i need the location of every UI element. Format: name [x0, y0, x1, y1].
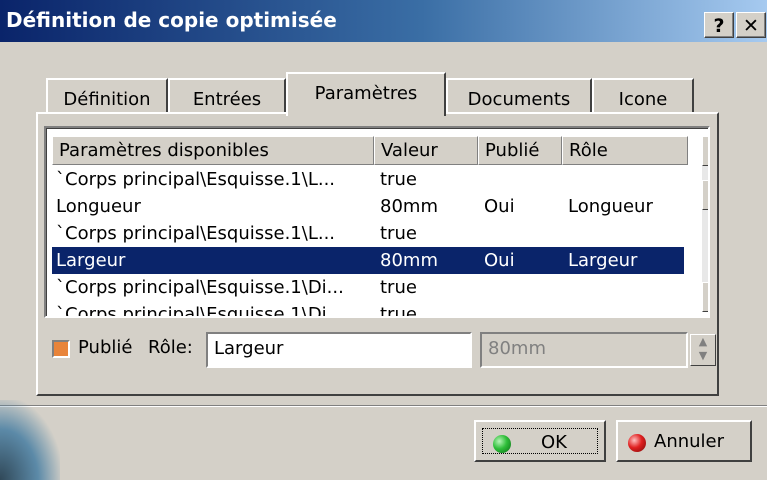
table-row[interactable]: `Corps principal\Esquisse.1\L... true: [52, 166, 684, 193]
scroll-thumb[interactable]: [702, 180, 708, 210]
cell-name: `Corps principal\Esquisse.1\Di...: [56, 304, 344, 318]
publie-label: Publié: [78, 337, 133, 358]
cell-value: true: [380, 169, 417, 190]
tab-icone[interactable]: Icone: [592, 78, 694, 114]
green-dot-icon: [493, 435, 511, 453]
tab-entrees[interactable]: Entrées: [168, 78, 286, 114]
cell-name: Longueur: [56, 196, 141, 217]
ok-label: OK: [541, 432, 567, 453]
parameters-list[interactable]: Paramètres disponibles Valeur Publié Rôl…: [44, 126, 710, 318]
role-input[interactable]: Largeur: [206, 332, 472, 368]
column-header-valeur[interactable]: Valeur: [374, 136, 478, 165]
cancel-label: Annuler: [654, 431, 725, 452]
cell-value: 80mm: [380, 250, 438, 271]
window-title: Définition de copie optimisée: [6, 8, 337, 32]
cell-value: true: [380, 277, 417, 298]
decorative-graphic: [0, 400, 60, 480]
cell-name: `Corps principal\Esquisse.1\L...: [56, 169, 336, 190]
vertical-scrollbar[interactable]: ▲ ▼: [702, 136, 708, 312]
cell-role: Largeur: [568, 250, 638, 271]
tab-definition[interactable]: Définition: [46, 78, 168, 114]
table-row[interactable]: `Corps principal\Esquisse.1\Di... true: [52, 274, 684, 301]
table-row[interactable]: `Corps principal\Esquisse.1\Di... true: [52, 301, 684, 318]
cell-name: `Corps principal\Esquisse.1\L...: [56, 223, 336, 244]
column-header-parametres[interactable]: Paramètres disponibles: [52, 136, 374, 165]
cell-value: true: [380, 304, 417, 318]
publie-checkbox[interactable]: [52, 340, 70, 358]
table-row[interactable]: `Corps principal\Esquisse.1\L... true: [52, 220, 684, 247]
column-header-publie[interactable]: Publié: [478, 136, 562, 165]
scroll-down-button[interactable]: ▼: [702, 282, 708, 312]
role-label: Rôle:: [148, 337, 193, 358]
cancel-button[interactable]: Annuler: [616, 420, 752, 462]
title-bar: Définition de copie optimisée ? ✕: [0, 0, 767, 42]
cell-value: true: [380, 223, 417, 244]
separator: [0, 405, 767, 407]
table-row-selected[interactable]: Largeur 80mm Oui Largeur: [52, 247, 684, 274]
scroll-up-button[interactable]: ▲: [702, 136, 708, 166]
ok-button[interactable]: OK: [474, 420, 606, 462]
tab-documents[interactable]: Documents: [446, 78, 592, 114]
cell-published: Oui: [484, 250, 515, 271]
cell-value: 80mm: [380, 196, 438, 217]
close-button[interactable]: ✕: [736, 12, 766, 38]
cell-name: `Corps principal\Esquisse.1\Di...: [56, 277, 344, 298]
value-field: 80mm: [480, 332, 688, 368]
column-header-role[interactable]: Rôle: [562, 136, 688, 165]
help-button[interactable]: ?: [704, 12, 734, 38]
cell-published: Oui: [484, 196, 515, 217]
value-spinner: ▲ ▼: [690, 334, 716, 366]
tab-parametres[interactable]: Paramètres: [286, 72, 446, 116]
cell-name: Largeur: [56, 250, 126, 271]
table-row[interactable]: Longueur 80mm Oui Longueur: [52, 193, 684, 220]
red-dot-icon: [628, 434, 646, 452]
cell-role: Longueur: [568, 196, 653, 217]
